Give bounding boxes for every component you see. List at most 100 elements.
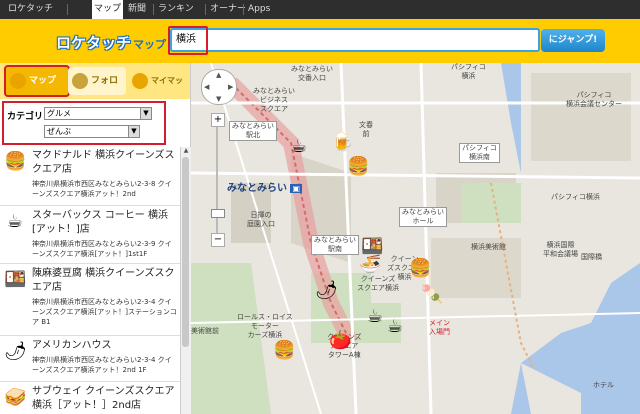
search-input[interactable]: 横浜 bbox=[170, 28, 540, 52]
coffee-pin-icon[interactable]: ☕ bbox=[387, 317, 403, 337]
chevron-down-icon: ▼ bbox=[140, 108, 151, 119]
logo-subtitle: マップ bbox=[133, 38, 167, 51]
coffee-pin-icon[interactable]: ☕ bbox=[291, 137, 307, 157]
map-label: みなとみらい ビジネス スクエア bbox=[253, 87, 295, 113]
spot-address: 神奈川県横浜市西区みなとみらい2-3-4 クイーンズスクエア横浜アット！2nd … bbox=[32, 356, 172, 374]
list-divider bbox=[0, 205, 180, 206]
mode-mymap-button[interactable]: マイマップ bbox=[128, 67, 186, 113]
scroll-up-icon[interactable]: ▲ bbox=[181, 147, 191, 157]
smiley-icon bbox=[132, 72, 148, 89]
map-label: 日揮の 庭園入口 bbox=[247, 211, 275, 228]
chevron-down-icon: ▼ bbox=[128, 126, 139, 137]
coffee-icon: ☕ bbox=[6, 211, 24, 232]
subcategory-select-value: ぜんぶ bbox=[47, 127, 71, 136]
tomato-pin-icon[interactable]: 🍅 bbox=[329, 331, 351, 351]
pepper-icon: 🌶 bbox=[4, 341, 27, 362]
nav-tab-apps[interactable]: Apps bbox=[248, 0, 272, 19]
logo[interactable]: ロケタッチ マップ bbox=[56, 32, 166, 53]
scrollbar-thumb[interactable] bbox=[182, 157, 189, 347]
category-label: カテゴリ bbox=[7, 112, 44, 122]
burger-pin-icon[interactable]: 🍔 bbox=[273, 341, 295, 361]
takoyaki-pin-icon[interactable]: 🍡 bbox=[421, 285, 443, 305]
mode-bar: マップ フォロー マイマップ bbox=[0, 63, 190, 114]
spot-name[interactable]: マクドナルド 横浜クイーンズスクエア店 bbox=[32, 149, 178, 177]
zoom-control: + − bbox=[211, 113, 225, 247]
mode-map-button[interactable]: マップ bbox=[4, 65, 70, 97]
map-label: 美術館前 bbox=[191, 327, 219, 335]
nav-divider bbox=[153, 4, 154, 15]
nav-divider bbox=[205, 4, 206, 15]
category-select[interactable]: グルメ ▼ bbox=[44, 107, 152, 120]
list-divider bbox=[0, 263, 180, 264]
map-label: 国際橋 bbox=[581, 253, 602, 261]
list-item[interactable]: 🥪 サブウェイ クイーンズスクエア横浜［アット！］2nd店 bbox=[0, 383, 180, 414]
spot-address: 神奈川県横浜市西区みなとみらい2-3-9 クイーンズスクエア横浜[アット！]1s… bbox=[32, 240, 172, 258]
map-label: パシフィコ 横浜会議センター bbox=[566, 91, 622, 108]
pan-left-icon[interactable]: ◀ bbox=[204, 83, 209, 91]
spot-list: 🍔 マクドナルド 横浜クイーンズスクエア店 神奈川県横浜市西区みなとみらい2-3… bbox=[0, 147, 180, 414]
sidebar: マップ フォロー マイマップ カテゴリ グルメ ▼ ぜんぶ ▼ 🍔 マクドナルド… bbox=[0, 63, 191, 414]
list-item[interactable]: 🌶 アメリカンハウス 神奈川県横浜市西区みなとみらい2-3-4 クイーンズスクエ… bbox=[0, 337, 180, 383]
map-pan-control[interactable]: ▲ ▼ ◀ ▶ bbox=[201, 69, 237, 105]
list-item[interactable]: 🍱 陳麻婆豆腐 横浜クイーンズスクエア店 神奈川県横浜市西区みなとみらい2-3-… bbox=[0, 265, 180, 337]
station-icon: ▣ bbox=[290, 184, 303, 193]
mode-follow-button[interactable]: フォロー bbox=[68, 67, 126, 114]
nav-tab-locatouch[interactable]: ロケタッチ bbox=[8, 0, 64, 19]
coffee-pin-icon[interactable]: ☕ bbox=[367, 307, 383, 327]
mode-map-label: マップ bbox=[29, 76, 57, 86]
burger-pin-icon[interactable]: 🍔 bbox=[347, 157, 369, 177]
nav-divider bbox=[243, 4, 244, 15]
pan-right-icon[interactable]: ▶ bbox=[228, 83, 233, 91]
spot-name[interactable]: スターバックス コーヒー 横浜[アット！]店 bbox=[32, 209, 178, 237]
map-label: みなとみらい 交番入口 bbox=[291, 65, 333, 82]
map-label: ロールス・ロイス モーター カーズ横浜 bbox=[237, 313, 293, 339]
spot-name[interactable]: 陳麻婆豆腐 横浜クイーンズスクエア店 bbox=[32, 267, 178, 295]
map-label-intersection: みなとみらい 駅南 bbox=[311, 235, 359, 255]
header: ロケタッチ マップ 横浜 にジャンプ! bbox=[0, 19, 640, 63]
nav-tab-ranking[interactable]: ランキング bbox=[158, 0, 202, 33]
map-icon bbox=[10, 72, 26, 89]
map-label-intersection: みなとみらい ホール bbox=[399, 207, 447, 227]
spot-name[interactable]: アメリカンハウス bbox=[32, 339, 178, 353]
pepper-pin-icon[interactable]: 🌶 bbox=[315, 281, 338, 301]
spot-name[interactable]: サブウェイ クイーンズスクエア横浜［アット！］2nd店 bbox=[32, 385, 178, 413]
pan-up-icon[interactable]: ▲ bbox=[216, 71, 221, 79]
map-label: パシフィコ 横浜 bbox=[451, 63, 486, 80]
nav-divider bbox=[67, 4, 68, 15]
map-label: 文春 前 bbox=[359, 121, 373, 138]
nav-tab-map[interactable]: マップ bbox=[92, 0, 123, 19]
category-filter: カテゴリ グルメ ▼ ぜんぶ ▼ bbox=[2, 101, 166, 145]
jump-button[interactable]: にジャンプ! bbox=[541, 29, 605, 52]
nav-tab-news[interactable]: 新聞 bbox=[128, 0, 150, 19]
map-label-station: みなとみらい ▣ bbox=[227, 183, 303, 194]
list-item[interactable]: ☕ スターバックス コーヒー 横浜[アット！]店 神奈川県横浜市西区みなとみらい… bbox=[0, 207, 180, 265]
list-divider bbox=[0, 381, 180, 382]
sandwich-icon: 🥪 bbox=[4, 387, 27, 408]
map-view[interactable]: ▲ ▼ ◀ ▶ + − みなとみらい 交番入口 パシフィコ 横浜 パシフィコ 横… bbox=[191, 63, 640, 414]
zoom-in-button[interactable]: + bbox=[211, 113, 225, 127]
zoom-slider-handle[interactable] bbox=[211, 209, 225, 218]
burger-pin-icon[interactable]: 🍔 bbox=[409, 259, 431, 279]
list-item[interactable]: 🍔 マクドナルド 横浜クイーンズスクエア店 神奈川県横浜市西区みなとみらい2-3… bbox=[0, 147, 180, 207]
bowl-pin-icon[interactable]: 🍜 bbox=[359, 255, 381, 275]
spot-address: 神奈川県横浜市西区みなとみらい2-3-4 クイーンズスクエア横浜[アット！]ステ… bbox=[32, 298, 177, 326]
map-label-intersection: パシフィコ 横浜南 bbox=[459, 143, 500, 163]
map-label: 横浜国際 平和会議場 bbox=[543, 241, 578, 258]
top-nav: ロケタッチ マップ 新聞 ランキング オーナーズ Apps bbox=[0, 0, 640, 33]
map-label: メイン 入場門 bbox=[429, 319, 450, 336]
map-label: クイーンズ スクエア横浜 bbox=[357, 275, 399, 292]
beer-pin-icon[interactable]: 🍺 bbox=[331, 133, 353, 153]
subcategory-select[interactable]: ぜんぶ ▼ bbox=[44, 125, 140, 138]
logo-text: ロケタッチ bbox=[56, 34, 132, 52]
zoom-out-button[interactable]: − bbox=[211, 233, 225, 247]
map-canvas bbox=[191, 63, 640, 414]
follow-icon bbox=[72, 72, 88, 89]
list-scrollbar[interactable]: ▲ bbox=[180, 147, 191, 414]
spot-address: 神奈川県横浜市西区みなとみらい2-3-8 クイーンズスクエア横浜アット！2nd bbox=[32, 180, 172, 198]
list-divider bbox=[0, 335, 180, 336]
pan-down-icon[interactable]: ▼ bbox=[216, 95, 221, 103]
map-label: ホテル bbox=[593, 381, 614, 389]
category-select-value: グルメ bbox=[47, 109, 71, 118]
burger-icon: 🍔 bbox=[4, 151, 27, 172]
bento-icon: 🍱 bbox=[4, 269, 27, 290]
